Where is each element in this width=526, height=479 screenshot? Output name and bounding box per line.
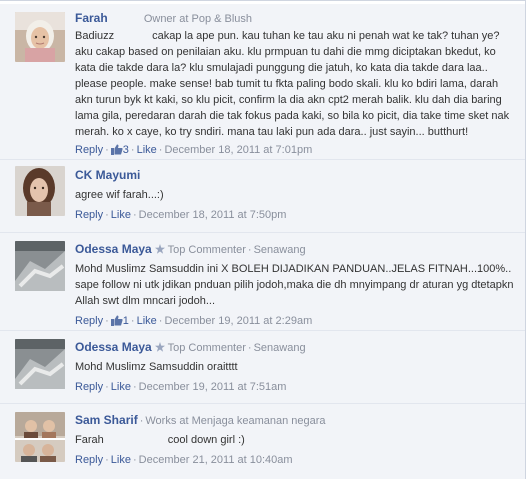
comment-item: Farah Owner at Pop & Blush Badiuzz cakap … xyxy=(0,4,525,160)
timestamp[interactable]: December 18, 2011 at 7:50pm xyxy=(139,209,287,221)
comment-text: agree wif farah...:) xyxy=(75,187,517,203)
comment-item: Sam Sharif · Works at Menjaga keamanan neg… xyxy=(0,404,525,479)
comment-text: Badiuzz cakap la ape pun. kau tuhan ke ta… xyxy=(75,28,517,140)
comment-actions: Reply · Like · December 21, 2011 at 10:40am xyxy=(75,454,293,466)
avatar[interactable] xyxy=(15,412,65,462)
top-commenter-badge: Top Commenter xyxy=(167,342,246,354)
avatar[interactable] xyxy=(15,241,65,291)
star-icon xyxy=(154,244,165,254)
comment-actions: Reply · Like · December 18, 2011 at 7:50pm xyxy=(75,209,287,221)
star-icon xyxy=(154,342,165,352)
author-name[interactable]: Farah xyxy=(75,11,108,25)
comment-header: Odessa Maya Top Commenter · Senawang xyxy=(75,242,306,256)
like-count-value: 3 xyxy=(122,144,129,156)
like-link[interactable]: Like xyxy=(111,381,131,393)
comment-header: CK Mayumi xyxy=(75,167,517,184)
comment-body: Mohd Muslimz Samsuddin oraitttt xyxy=(75,361,238,373)
avatar[interactable] xyxy=(15,339,65,389)
comment-actions: Reply · 3 · Like · December 18, 2011 at 7:01pm xyxy=(75,144,313,156)
comment-body: agree wif farah...:) xyxy=(75,189,164,201)
author-location: Senawang xyxy=(253,244,306,256)
comment-text: Farah cool down girl :) xyxy=(75,432,517,448)
author-location: Senawang xyxy=(253,342,306,354)
avatar[interactable] xyxy=(15,166,65,216)
author-name[interactable]: Odessa Maya xyxy=(75,340,152,354)
top-border xyxy=(0,0,526,1)
comment-body: cool down girl :) xyxy=(167,434,245,446)
thumbs-up-icon xyxy=(110,144,123,155)
author-name[interactable]: CK Mayumi xyxy=(75,168,140,182)
comment-header: Farah Owner at Pop & Blush xyxy=(75,10,517,27)
reply-link[interactable]: Reply xyxy=(75,381,103,393)
author-meta: Owner at Pop & Blush xyxy=(143,13,253,25)
timestamp[interactable]: December 19, 2011 at 2:29am xyxy=(164,315,312,327)
comment-header: Odessa Maya Top Commenter · Senawang xyxy=(75,340,306,354)
like-count[interactable]: 1 xyxy=(110,315,129,327)
comment-header: Sam Sharif · Works at Menjaga keamanan neg… xyxy=(75,413,326,427)
comment-text: Mohd Muslimz Samsuddin oraitttt xyxy=(75,359,517,375)
comment-actions: Reply · Like · December 19, 2011 at 7:51am xyxy=(75,381,287,393)
like-count-value: 1 xyxy=(122,315,129,327)
comment-item: Odessa Maya Top Commenter · Senawang Mohd … xyxy=(0,331,525,404)
top-commenter-badge: Top Commenter xyxy=(167,244,246,256)
like-link[interactable]: Like xyxy=(111,209,131,221)
mention-name: Badiuzz xyxy=(75,30,115,42)
reply-link[interactable]: Reply xyxy=(75,315,103,327)
timestamp[interactable]: December 19, 2011 at 7:51am xyxy=(139,381,287,393)
like-link[interactable]: Like xyxy=(111,454,131,466)
comment-text: Mohd Muslimz Samsuddin ini X BOLEH DIJAD… xyxy=(75,261,517,309)
comment-item: CK Mayumi agree wif farah...:) Reply · Lik… xyxy=(0,160,525,233)
like-link[interactable]: Like xyxy=(137,144,157,156)
like-count[interactable]: 3 xyxy=(110,144,129,156)
author-name[interactable]: Odessa Maya xyxy=(75,242,152,256)
like-link[interactable]: Like xyxy=(137,315,157,327)
comment-body: cakap la ape pun. kau tuhan ke tau aku n… xyxy=(75,30,510,138)
author-name[interactable]: Sam Sharif xyxy=(75,413,138,427)
reply-link[interactable]: Reply xyxy=(75,454,103,466)
reply-link[interactable]: Reply xyxy=(75,209,103,221)
reply-link[interactable]: Reply xyxy=(75,144,103,156)
avatar[interactable] xyxy=(15,12,65,62)
mention-name: Farah xyxy=(75,434,104,446)
timestamp[interactable]: December 18, 2011 at 7:01pm xyxy=(164,144,312,156)
comment-actions: Reply · 1 · Like · December 19, 2011 at 2:29am xyxy=(75,315,313,327)
comment-item: Odessa Maya Top Commenter · Senawang Mohd … xyxy=(0,233,525,331)
comment-body: Mohd Muslimz Samsuddin ini X BOLEH DIJAD… xyxy=(75,263,514,307)
timestamp[interactable]: December 21, 2011 at 10:40am xyxy=(139,454,293,466)
thumbs-up-icon xyxy=(110,315,123,326)
author-meta: Works at Menjaga keamanan negara xyxy=(145,415,326,427)
